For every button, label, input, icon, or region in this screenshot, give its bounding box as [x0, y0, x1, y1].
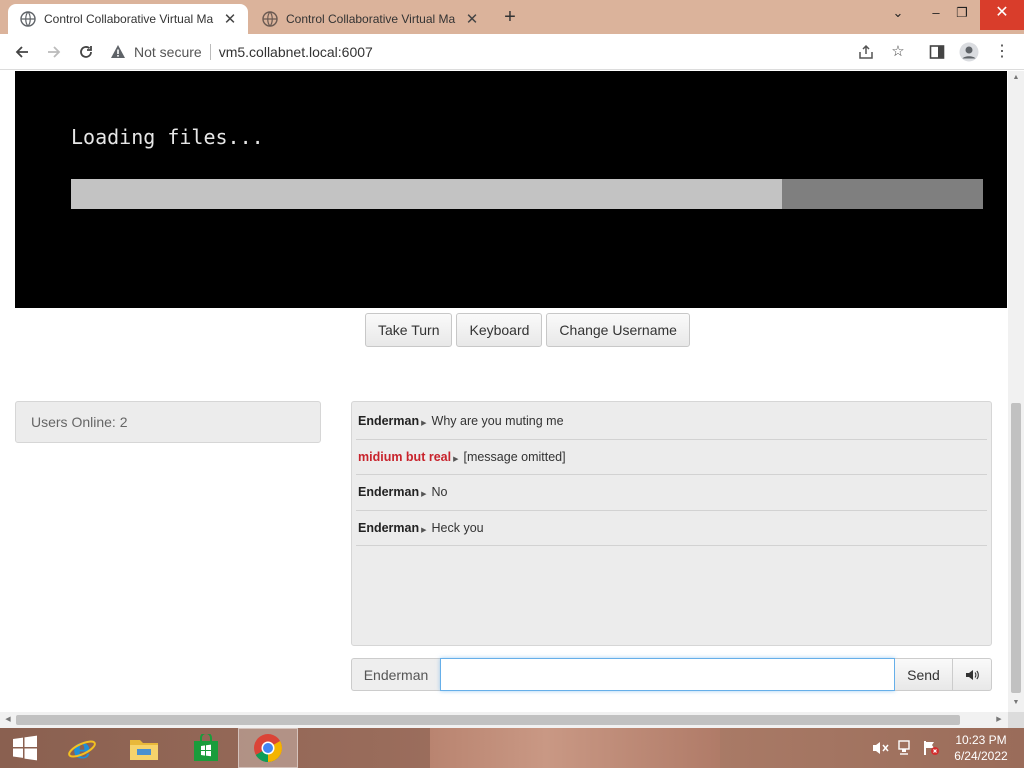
internet-explorer-icon[interactable]: e	[52, 728, 112, 768]
back-arrow-icon	[15, 46, 28, 58]
chrome-icon[interactable]	[238, 728, 298, 768]
arrow-right-icon: ▶	[453, 455, 459, 463]
new-tab-button[interactable]: +	[498, 5, 522, 29]
loading-progress-bar	[71, 179, 983, 209]
chat-text: Why are you muting me	[431, 414, 564, 429]
loading-text: Loading files...	[71, 125, 264, 149]
send-button[interactable]: Send	[895, 658, 953, 691]
horizontal-scrollbar[interactable]: ◀ ▶	[0, 712, 1008, 728]
scroll-right-icon[interactable]: ▶	[992, 712, 1006, 728]
action-center-icon[interactable]	[922, 740, 940, 756]
security-label[interactable]: Not secure	[134, 44, 202, 60]
close-window-button[interactable]: ✕	[980, 0, 1024, 30]
chat-log[interactable]: Enderman ▶ Why are you muting me midium …	[351, 401, 992, 646]
address-bar[interactable]: Not secure vm5.collabnet.local:6007	[110, 39, 373, 65]
system-clock[interactable]: 10:23 PM 6/24/2022	[948, 732, 1014, 764]
tts-toggle-button[interactable]	[953, 658, 992, 691]
chat-message: Enderman ▶ No	[356, 475, 987, 511]
chat-username-label: Enderman	[351, 658, 440, 691]
reload-button[interactable]	[72, 38, 100, 66]
back-button[interactable]	[8, 38, 36, 66]
chat-input-group: Enderman Send	[351, 658, 992, 691]
chat-username: midium but real	[358, 449, 452, 464]
chat-message-input[interactable]	[440, 658, 895, 691]
tab-title: Control Collaborative Virtual Ma	[44, 12, 214, 26]
keyboard-button[interactable]: Keyboard	[456, 313, 543, 347]
share-icon[interactable]	[854, 40, 878, 64]
chat-username: Enderman	[358, 414, 420, 429]
tab-search-icon[interactable]: ⌄	[878, 0, 918, 30]
scroll-up-icon[interactable]: ▲	[1008, 71, 1024, 85]
take-turn-button[interactable]: Take Turn	[365, 313, 453, 347]
side-panel-icon[interactable]	[925, 40, 949, 64]
chat-text: No	[431, 485, 448, 500]
page-content: Loading files... Take Turn Keyboard Chan…	[0, 71, 1008, 712]
windows-start-icon[interactable]	[0, 728, 50, 768]
restore-button[interactable]: ❐	[942, 0, 982, 30]
svg-text:e: e	[73, 733, 91, 763]
globe-icon	[20, 11, 36, 27]
tab-title: Control Collaborative Virtual Ma	[286, 12, 456, 26]
vm-controls: Take Turn Keyboard Change Username	[365, 313, 690, 347]
desktop-wallpaper	[430, 728, 720, 768]
windows-taskbar: e 10:23 PM 6/24/2022	[0, 728, 1024, 768]
file-explorer-icon[interactable]	[114, 728, 174, 768]
profile-avatar-icon[interactable]	[957, 40, 981, 64]
chat-text: Heck you	[431, 520, 484, 535]
browser-toolbar: Not secure vm5.collabnet.local:6007 ☆ ⋮	[0, 34, 1024, 70]
url-text[interactable]: vm5.collabnet.local:6007	[219, 44, 373, 60]
scroll-left-icon[interactable]: ◀	[1, 712, 15, 728]
chat-username: Enderman	[358, 485, 420, 500]
browser-tab-active[interactable]: Control Collaborative Virtual Ma ✕	[8, 4, 248, 34]
clock-time: 10:23 PM	[955, 733, 1007, 747]
users-online-label: Users Online: 2	[31, 414, 128, 430]
globe-icon	[262, 11, 278, 27]
forward-button[interactable]	[40, 38, 68, 66]
clock-date: 6/24/2022	[954, 749, 1008, 763]
forward-arrow-icon	[48, 46, 61, 58]
menu-kebab-icon[interactable]: ⋮	[990, 40, 1014, 64]
warning-icon[interactable]	[110, 44, 126, 60]
horizontal-scroll-thumb[interactable]	[16, 715, 960, 725]
browser-tab[interactable]: Control Collaborative Virtual Ma ✕	[250, 4, 490, 34]
scroll-down-icon[interactable]: ▼	[1008, 696, 1024, 710]
scroll-corner	[1008, 712, 1024, 728]
chat-username: Enderman	[358, 520, 420, 535]
bookmark-star-icon[interactable]: ☆	[886, 40, 910, 64]
store-icon[interactable]	[176, 728, 236, 768]
chat-message: Enderman ▶ Why are you muting me	[356, 404, 987, 440]
change-username-button[interactable]: Change Username	[546, 313, 690, 347]
users-online-panel: Users Online: 2	[15, 401, 321, 443]
volume-muted-icon[interactable]	[872, 740, 890, 756]
vertical-scroll-thumb[interactable]	[1011, 403, 1021, 693]
progress-fill	[71, 179, 783, 209]
close-tab-icon[interactable]: ✕	[464, 10, 480, 28]
vertical-scrollbar[interactable]: ▲ ▼	[1008, 71, 1024, 712]
network-icon[interactable]	[898, 740, 916, 756]
chat-message: midium but real ▶ [message omitted]	[356, 440, 987, 475]
tab-strip: Control Collaborative Virtual Ma ✕ Contr…	[0, 0, 1024, 34]
arrow-right-icon: ▶	[421, 491, 427, 499]
arrow-right-icon: ▶	[421, 526, 427, 534]
vm-display[interactable]: Loading files...	[15, 71, 1007, 308]
arrow-right-icon: ▶	[421, 420, 427, 428]
chat-text: [message omitted]	[463, 449, 566, 464]
reload-icon	[80, 46, 92, 58]
omnibox-divider	[209, 44, 211, 60]
close-tab-icon[interactable]: ✕	[222, 10, 238, 28]
speaker-icon	[966, 669, 979, 680]
chat-message: Enderman ▶ Heck you	[356, 511, 987, 546]
